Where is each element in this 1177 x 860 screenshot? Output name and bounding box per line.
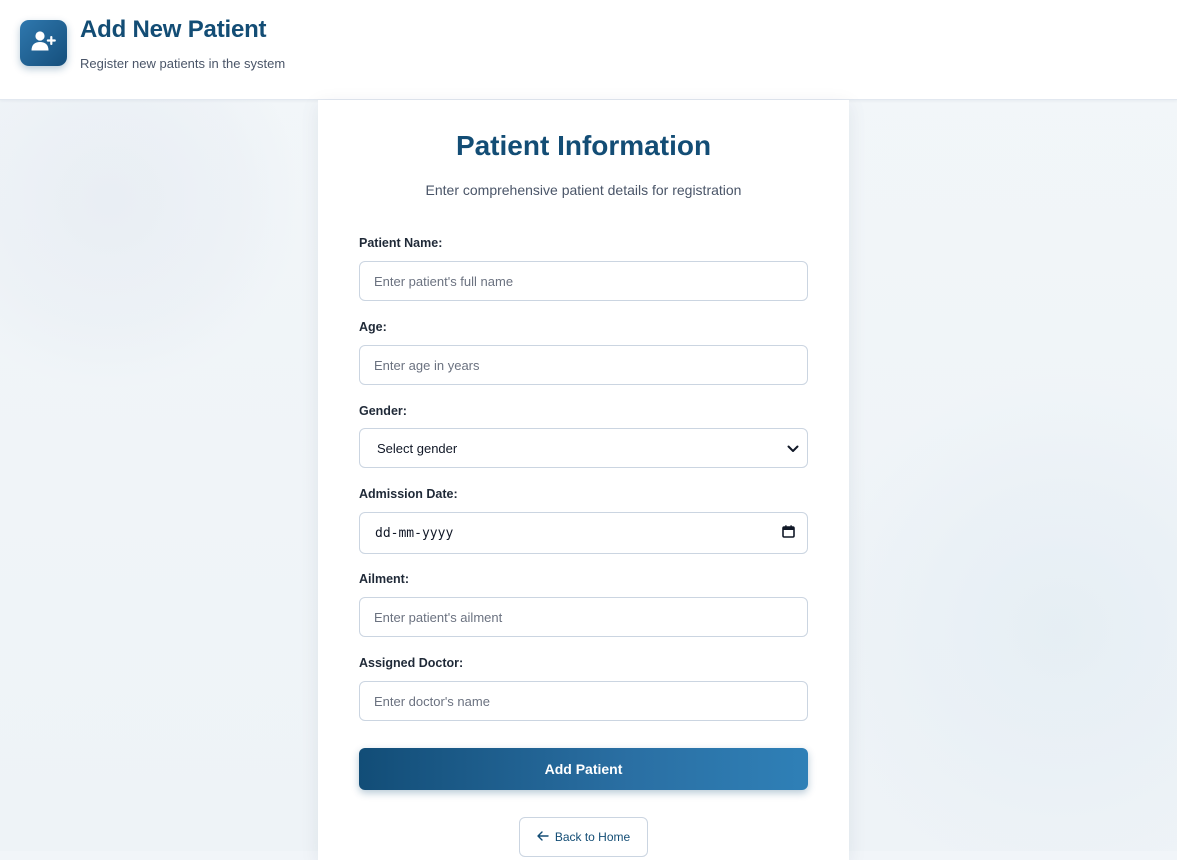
back-to-home-label: Back to Home (555, 830, 630, 844)
page-subtitle: Register new patients in the system (80, 56, 285, 71)
arrow-left-icon (537, 830, 549, 844)
page-title: Add New Patient (80, 16, 266, 44)
form-subtitle: Enter comprehensive patient details for … (318, 182, 849, 198)
gender-label: Gender: (359, 404, 407, 418)
gender-select[interactable]: Select gender (359, 428, 808, 468)
back-to-home-button[interactable]: Back to Home (519, 817, 648, 857)
add-patient-button[interactable]: Add Patient (359, 748, 808, 790)
date-format-placeholder: dd-mm-yyyy (375, 526, 453, 541)
user-plus-icon (31, 30, 57, 57)
patient-name-input[interactable] (359, 261, 808, 301)
patient-form-card: Patient Information Enter comprehensive … (318, 100, 849, 860)
admission-date-label: Admission Date: (359, 487, 458, 501)
patient-name-label: Patient Name: (359, 236, 442, 250)
logo (20, 20, 67, 66)
admission-date-input[interactable]: dd-mm-yyyy (359, 512, 808, 554)
ailment-input[interactable] (359, 597, 808, 637)
assigned-doctor-input[interactable] (359, 681, 808, 721)
ailment-label: Ailment: (359, 572, 409, 586)
age-input[interactable] (359, 345, 808, 385)
calendar-icon[interactable] (782, 525, 795, 542)
assigned-doctor-label: Assigned Doctor: (359, 656, 463, 670)
chevron-down-icon (787, 441, 799, 456)
app-header: Add New Patient Register new patients in… (0, 0, 1177, 100)
age-label: Age: (359, 320, 387, 334)
gender-selected-value: Select gender (377, 441, 457, 456)
form-title: Patient Information (318, 130, 849, 162)
